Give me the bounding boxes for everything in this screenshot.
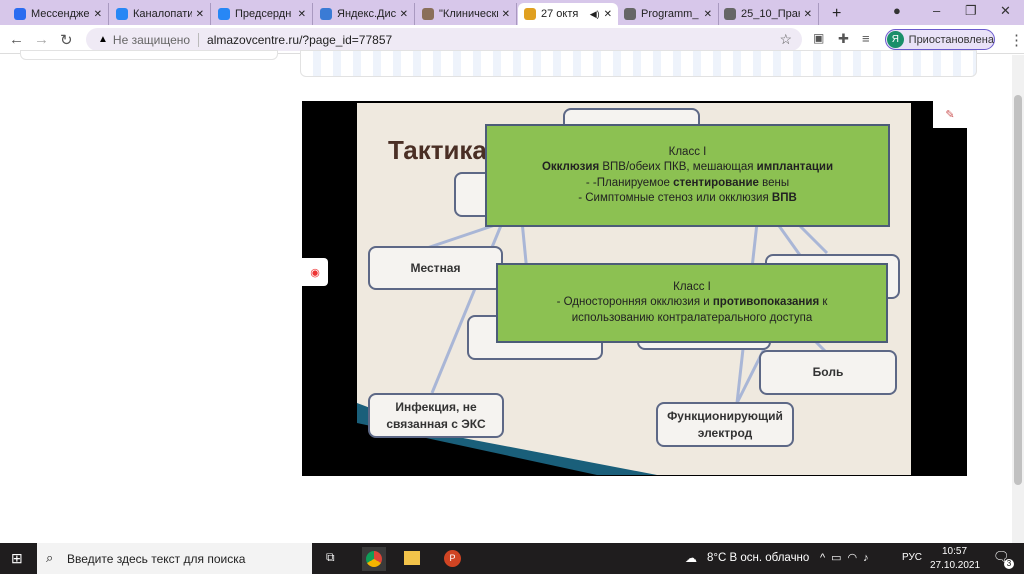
tab-label: Яндекс.Диск (337, 8, 396, 20)
warning-icon: ▲ (98, 34, 108, 45)
video-player[interactable]: Тактика Местная Боль Инфекция, не связан… (302, 101, 967, 476)
search-placeholder: Введите здесь текст для поиска (67, 551, 246, 566)
url-text[interactable]: almazovcentre.ru/?page_id=77857 (198, 32, 392, 47)
text: использованию контралатерального доступа (571, 311, 813, 324)
close-tab-icon[interactable]: ✕ (298, 9, 306, 20)
presentation-slide: Тактика Местная Боль Инфекция, не связан… (357, 103, 911, 475)
tray-icons[interactable]: ^▭◠♪ (820, 551, 875, 564)
text: к (819, 296, 828, 309)
audio-icon[interactable]: ◀) (590, 9, 600, 20)
text: ВПВ/обеих ПКВ, мешающая (599, 161, 757, 173)
slide-title: Тактика (388, 135, 487, 165)
webinar-icon (524, 8, 536, 20)
minimize-button[interactable]: – (933, 3, 940, 18)
extensions-icon[interactable]: ✚ (838, 31, 849, 47)
media-control-icon[interactable]: ≡ (862, 31, 870, 46)
diagram-box-pain: Боль (759, 350, 897, 395)
text: - Односторонняя окклюзия и (556, 296, 713, 309)
green-heading: Класс I (668, 145, 707, 158)
profile-status: Приостановлена (908, 33, 994, 46)
taskbar-search[interactable]: ⌕ Введите здесь текст для поиска (37, 543, 312, 574)
clock-date[interactable]: 27.10.2021 (930, 560, 980, 571)
restore-button[interactable]: ❐ (965, 3, 977, 19)
tab-label: "Клинически (439, 8, 498, 20)
profile-menu-icon[interactable]: ● (893, 3, 901, 18)
tab-label: 25_10_Прак (741, 8, 800, 20)
close-tab-icon[interactable]: ✕ (604, 9, 612, 20)
text: - Симптомные стеноз или окклюзия (578, 192, 772, 204)
class-i-box-unilateral: Класс I - Односторонняя окклюзия и проти… (496, 263, 888, 343)
tab[interactable]: "Клинически ✕ (416, 3, 517, 25)
vk-icon (218, 8, 230, 20)
tab[interactable]: Мессенджер ✕ (8, 3, 109, 25)
language-indicator[interactable]: РУС (902, 552, 922, 563)
new-tab-button[interactable]: + (826, 3, 847, 25)
page-scrollbar[interactable] (1012, 55, 1024, 543)
profile-button[interactable]: Я Приостановлена (885, 29, 995, 50)
avatar-icon (422, 8, 434, 20)
diagram-box-infection: Инфекция, не связанная с ЭКС (368, 393, 504, 438)
tab-label: Каналопатии (133, 8, 192, 20)
globe-icon (624, 8, 636, 20)
green-heading: Класс I (673, 280, 711, 293)
bold-text: ВПВ (771, 192, 797, 204)
close-tab-icon[interactable]: ✕ (502, 9, 510, 20)
chrome-taskbar-icon[interactable] (362, 547, 386, 571)
messenger-icon (14, 8, 26, 20)
tab-label: Мессенджер (31, 8, 90, 20)
close-tab-icon[interactable]: ✕ (704, 9, 712, 20)
forward-button[interactable]: → (34, 31, 49, 48)
chat-widget-icon[interactable]: ✎ (933, 101, 967, 128)
content-card (300, 50, 977, 77)
search-icon: ⌕ (46, 550, 54, 565)
reload-button[interactable]: ↻ (60, 31, 73, 49)
avatar: Я (887, 31, 904, 48)
close-tab-icon[interactable]: ✕ (196, 9, 204, 20)
tab-strip: Мессенджер✕Каналопатии✕Предсердн✕Яндекс.… (0, 0, 1024, 25)
bold-text: имплантации (756, 161, 834, 173)
close-tab-icon[interactable]: ✕ (94, 9, 102, 20)
text: вены (758, 176, 790, 189)
tab[interactable]: 27 октя ◀) ✕ (518, 3, 618, 25)
tab[interactable]: Яндекс.Диск ✕ (314, 3, 415, 25)
yandex-disk-icon (320, 8, 332, 20)
globe-icon (724, 8, 736, 20)
vk-icon (116, 8, 128, 20)
close-window-button[interactable]: ✕ (1000, 3, 1011, 19)
windows-start-icon[interactable]: ⊞ (11, 550, 23, 567)
powerpoint-icon[interactable]: P (444, 550, 461, 567)
notification-count: 3 (1004, 559, 1014, 569)
bold-text: Окклюзия (541, 161, 600, 173)
bold-text: стентирование (673, 176, 759, 189)
scrollbar-thumb[interactable] (1014, 95, 1022, 485)
tab[interactable]: Предсердн ✕ (212, 3, 313, 25)
cast-icon[interactable]: ▣ (813, 31, 824, 45)
text: - -Планируемое (585, 176, 674, 189)
diagram-box-electrode: Функционирующий электрод (656, 402, 794, 447)
task-view-icon[interactable]: ⧉ (326, 550, 335, 565)
bold-text: противопоказания (712, 296, 820, 309)
weather-icon: ☁ (685, 551, 697, 565)
tab[interactable]: Каналопатии ✕ (110, 3, 211, 25)
bookmark-star-icon[interactable]: ☆ (779, 31, 792, 48)
taskbar: ⊞ ⌕ Введите здесь текст для поиска ⧉ P ☁… (0, 543, 1024, 574)
menu-icon[interactable]: ⋮ (1009, 31, 1024, 49)
address-bar[interactable]: ▲ Не защищено almazovcentre.ru/?page_id=… (86, 28, 802, 51)
tab[interactable]: Programm_ ✕ (618, 3, 719, 25)
close-tab-icon[interactable]: ✕ (804, 9, 812, 20)
record-icon[interactable]: ◉ (302, 258, 328, 286)
tab-label: 27 октя (541, 8, 579, 20)
sidebar-card (20, 50, 278, 60)
weather-text[interactable]: 8°C В осн. облачно (707, 552, 809, 564)
back-button[interactable]: ← (9, 31, 24, 48)
clock-time[interactable]: 10:57 (942, 546, 967, 557)
class-i-box-occlusion: Класс I Окклюзия ВПВ/обеих ПКВ, мешающая… (485, 124, 890, 227)
diagram-box-local: Местная (368, 246, 503, 290)
close-tab-icon[interactable]: ✕ (400, 9, 408, 20)
file-explorer-icon[interactable] (404, 551, 420, 565)
tab-label: Предсердн (235, 8, 292, 20)
security-label: Не защищено (112, 32, 191, 47)
tab-label: Programm_ (641, 8, 699, 20)
tab[interactable]: 25_10_Прак ✕ (718, 3, 819, 25)
